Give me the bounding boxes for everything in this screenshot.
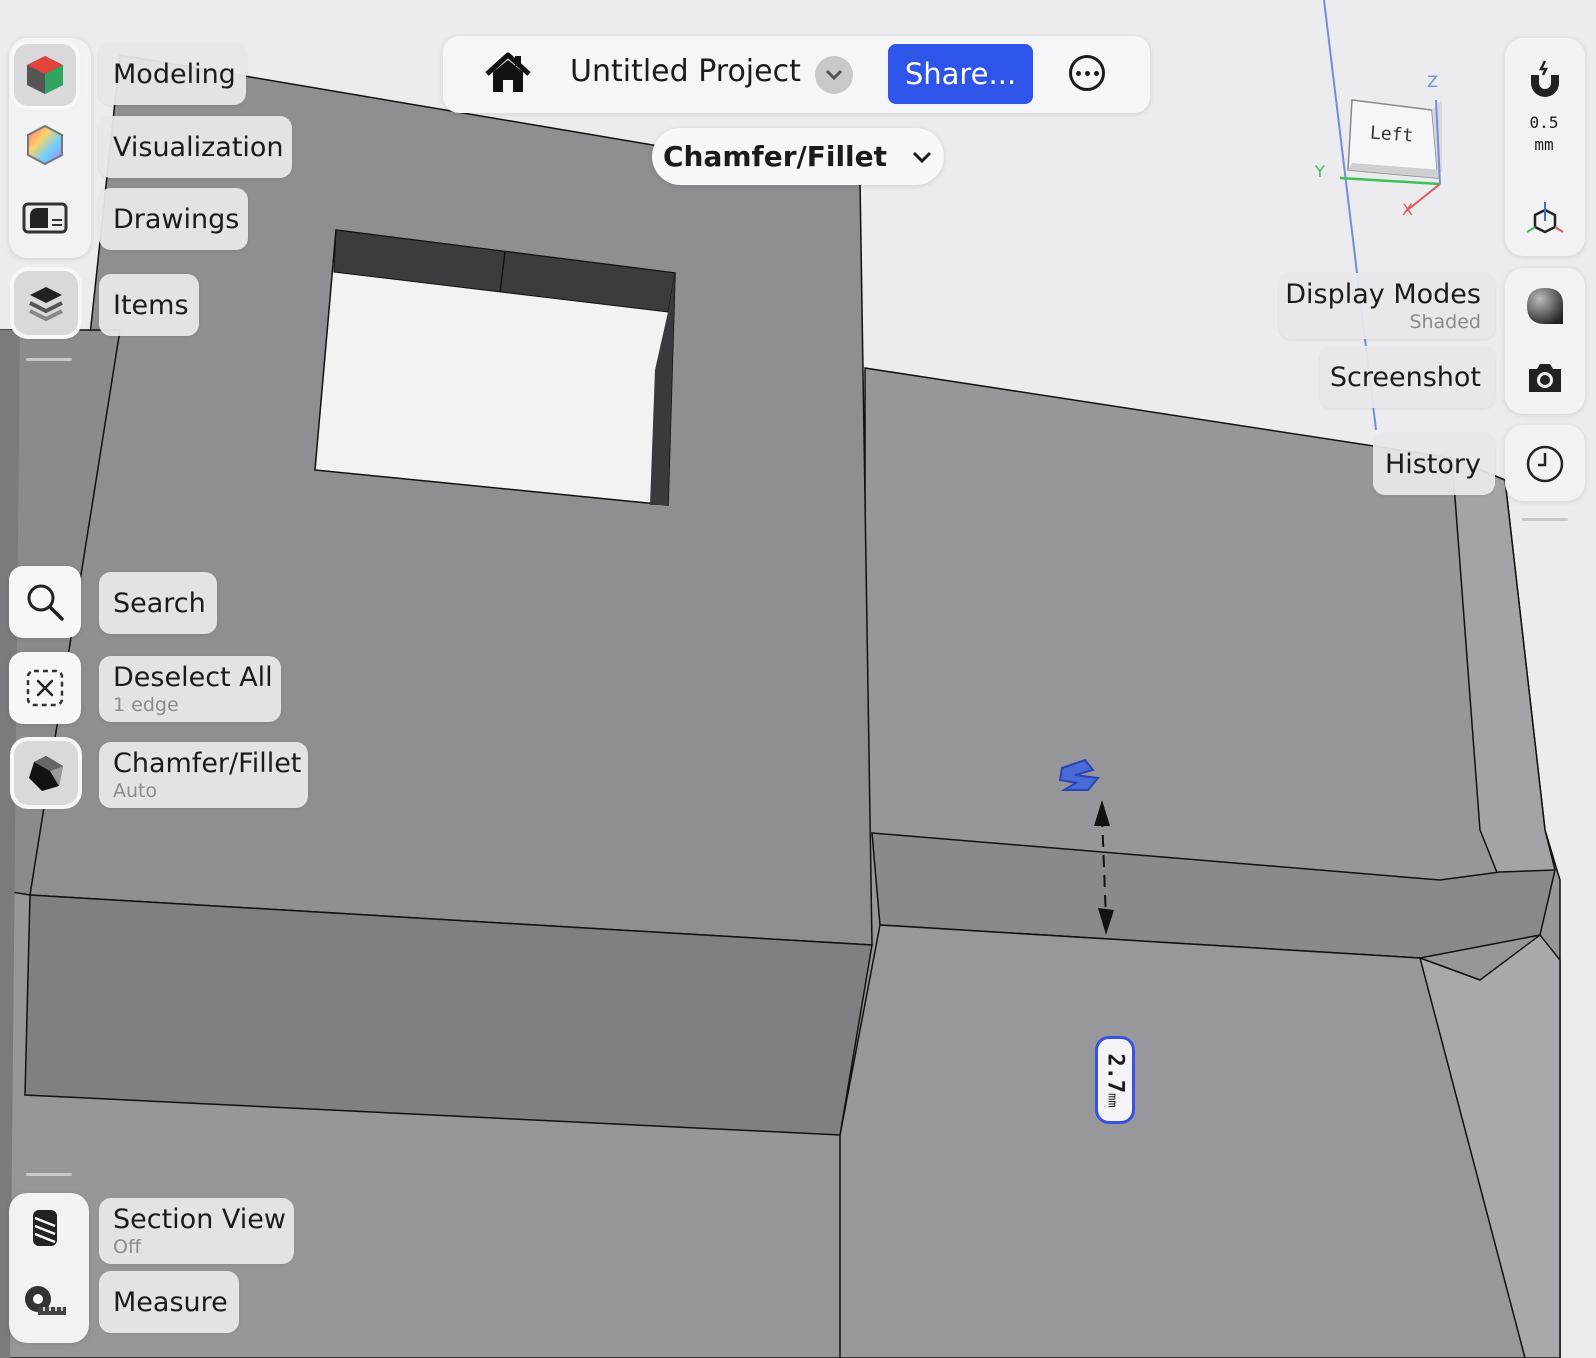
drawing-icon: [22, 202, 68, 234]
search-tool[interactable]: [9, 566, 81, 638]
screenshot-button[interactable]: Screenshot: [1320, 346, 1495, 408]
modeling-tool[interactable]: [14, 44, 76, 106]
workspace-modeling-label: Modeling: [113, 58, 236, 90]
display-modes-button[interactable]: Display Modes Shaded: [1279, 273, 1495, 339]
snap-tool[interactable]: [1509, 44, 1581, 116]
home-icon[interactable]: [483, 50, 533, 100]
display-modes-label: Display Modes: [1285, 279, 1481, 310]
measure-button[interactable]: Measure: [99, 1271, 239, 1333]
display-mode-value: Shaded: [1409, 311, 1481, 333]
snap-distance[interactable]: 0.5 mm: [1504, 112, 1584, 156]
deselect-tool[interactable]: [9, 652, 81, 724]
history-button[interactable]: History: [1373, 433, 1495, 495]
section-view-label: Section View: [113, 1204, 286, 1235]
chamfer-fillet-mode: Auto: [113, 780, 158, 802]
chamfer-fillet-button[interactable]: Chamfer/Fillet Auto: [99, 742, 308, 808]
left-separator: [26, 358, 72, 361]
color-wheel-icon: [27, 124, 63, 166]
chevron-down-icon: [912, 151, 932, 163]
orientation-tool[interactable]: [1509, 184, 1581, 256]
workspace-modeling[interactable]: Modeling: [99, 43, 246, 105]
measure-tool[interactable]: [14, 1270, 76, 1332]
modeling-cube-icon: [27, 56, 63, 94]
deselect-icon: [26, 669, 64, 707]
visualization-tool[interactable]: [14, 114, 76, 176]
section-view-icon: [33, 1210, 57, 1246]
items-tool[interactable]: [14, 271, 78, 335]
chamfer-icon: [29, 756, 63, 791]
workspace-drawings-label: Drawings: [113, 203, 240, 235]
deselect-count: 1 edge: [113, 694, 179, 716]
search-icon: [27, 584, 64, 621]
chamfer-tool[interactable]: [14, 741, 78, 805]
view-cube-face-label: Left: [1369, 122, 1415, 147]
camera-icon: [1529, 364, 1561, 392]
axis-y-label: Y: [1315, 162, 1325, 181]
display-mode-tool[interactable]: [1509, 270, 1581, 342]
workspace-visualization[interactable]: Visualization: [99, 116, 292, 178]
project-toolbar: Untitled Project Share...: [443, 36, 1150, 113]
layers-icon: [29, 287, 63, 322]
share-button[interactable]: Share...: [888, 44, 1033, 104]
deselect-all-button[interactable]: Deselect All 1 edge: [99, 656, 281, 722]
chamfer-fillet-label: Chamfer/Fillet: [113, 748, 302, 779]
right-separator: [1522, 518, 1568, 521]
shaded-sphere-icon: [1527, 288, 1563, 324]
workspace-drawings[interactable]: Drawings: [99, 188, 248, 250]
mode-selector-label: Chamfer/Fillet: [662, 140, 888, 173]
tape-measure-icon: [25, 1286, 66, 1315]
items-label: Items: [113, 289, 189, 321]
project-title[interactable]: Untitled Project: [570, 54, 801, 89]
mode-selector[interactable]: Chamfer/Fillet: [652, 128, 944, 185]
drawings-tool[interactable]: [14, 186, 76, 248]
section-view-tool[interactable]: [14, 1197, 76, 1259]
screenshot-tool[interactable]: [1509, 342, 1581, 414]
history-label: History: [1384, 448, 1481, 480]
section-view-state: Off: [113, 1236, 142, 1258]
items-button[interactable]: Items: [99, 274, 199, 336]
dimension-label[interactable]: 2.7mm: [1095, 1036, 1135, 1124]
snap-value: 0.5: [1529, 113, 1559, 132]
search-button[interactable]: Search: [99, 572, 217, 634]
axis-z-label: Z: [1427, 72, 1438, 91]
axis-x-label: X: [1402, 200, 1413, 219]
snap-unit: mm: [1534, 135, 1554, 154]
clock-icon: [1526, 445, 1564, 483]
workspace-visualization-label: Visualization: [113, 131, 284, 163]
measure-label: Measure: [113, 1286, 228, 1318]
axes-icon: [1526, 202, 1564, 234]
left-separator-bottom: [26, 1173, 72, 1176]
more-icon[interactable]: [1069, 55, 1105, 91]
dimension-unit: mm: [1105, 1092, 1120, 1108]
history-tool[interactable]: [1509, 428, 1581, 500]
search-label: Search: [113, 587, 206, 619]
deselect-all-label: Deselect All: [113, 662, 273, 693]
dimension-value: 2.7: [1102, 1052, 1128, 1093]
magnet-icon: [1531, 60, 1559, 97]
section-view-button[interactable]: Section View Off: [99, 1198, 294, 1264]
chevron-down-icon[interactable]: [815, 56, 853, 94]
screenshot-label: Screenshot: [1329, 361, 1481, 393]
